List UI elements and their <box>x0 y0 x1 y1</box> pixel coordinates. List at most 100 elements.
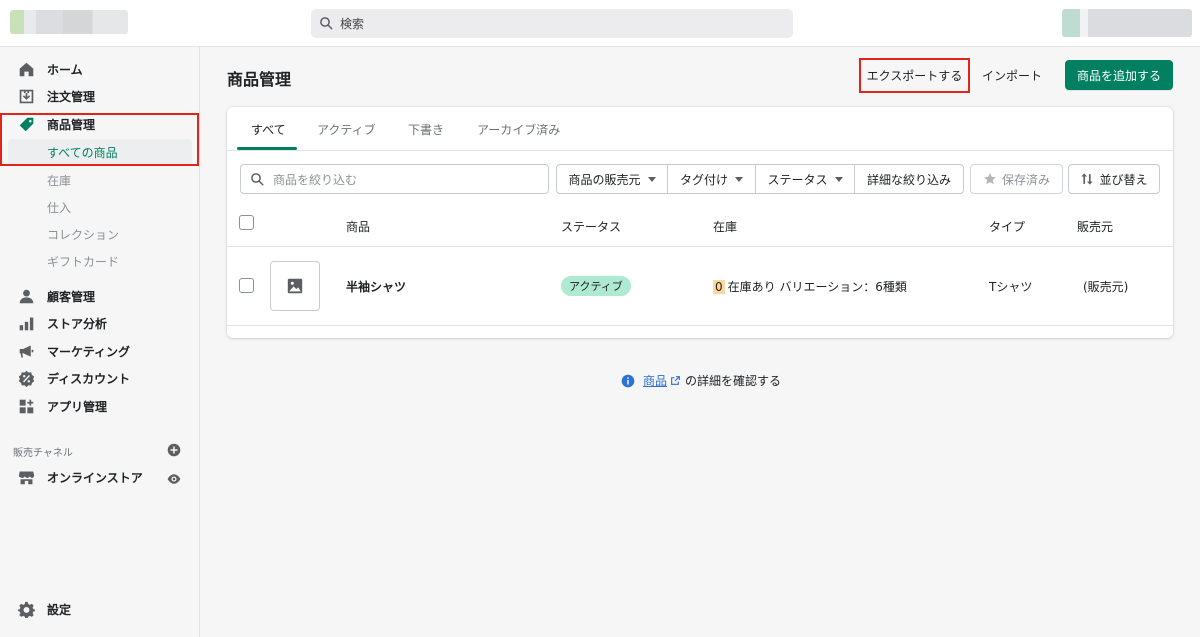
product-filter-input[interactable]: 商品を絞り込む <box>240 164 549 194</box>
sidebar-subitem-transfers[interactable]: 仕入 <box>8 194 192 220</box>
sidebar-subitem-inventory[interactable]: 在庫 <box>8 167 192 193</box>
star-icon <box>984 173 996 185</box>
tab-all[interactable]: すべて <box>251 107 286 151</box>
filter-placeholder: 商品を絞り込む <box>273 172 358 187</box>
tags-filter-button[interactable]: タグ付け <box>668 165 756 193</box>
sidebar-item-label: 商品管理 <box>47 118 96 132</box>
sidebar-subitem-label: 在庫 <box>47 173 72 188</box>
sidebar-item-apps[interactable]: アプリ管理 <box>0 393 200 420</box>
user-menu[interactable] <box>1062 9 1192 37</box>
sales-channels-label: 販売チャネル <box>13 448 73 459</box>
select-all-checkbox[interactable] <box>239 215 254 230</box>
column-header-type[interactable]: タイプ <box>989 218 1025 235</box>
more-filters-button[interactable]: 詳細な絞り込み <box>855 165 963 193</box>
import-button[interactable]: インポート <box>980 64 1044 86</box>
sort-icon <box>1081 173 1094 185</box>
search-bar[interactable]: 検索 <box>311 9 793 38</box>
sidebar-item-marketing[interactable]: マーケティング <box>0 338 200 365</box>
filter-button-group: 商品の販売元 タグ付け ステータス 詳細な絞り込み <box>556 164 964 194</box>
product-tabs: すべて アクティブ 下書き アーカイブ済み <box>227 107 1173 151</box>
tab-drafts[interactable]: 下書き <box>408 107 444 151</box>
search-icon <box>251 172 264 185</box>
products-card: すべて アクティブ 下書き アーカイブ済み 商品を絞り込む 商品の販売元 タグ付… <box>227 107 1173 338</box>
sidebar-item-products[interactable]: 商品管理 <box>0 111 200 138</box>
table-row[interactable]: 半袖シャツ アクティブ 0 在庫あり バリエーション：6種類 Tシャツ (販売元) <box>227 248 1173 326</box>
home-icon <box>17 61 35 79</box>
sidebar-subitem-label: 仕入 <box>47 200 72 215</box>
caret-down-icon <box>735 176 743 182</box>
sort-button[interactable]: 並び替え <box>1068 164 1160 194</box>
column-header-product[interactable]: 商品 <box>346 218 370 235</box>
product-name-link[interactable]: 半袖シャツ <box>346 278 406 295</box>
person-icon <box>17 288 35 306</box>
tab-active[interactable]: アクティブ <box>317 107 376 151</box>
page-title: 商品管理 <box>227 70 292 89</box>
vendor-cell: (販売元) <box>1083 280 1129 294</box>
column-header-vendor[interactable]: 販売元 <box>1077 218 1113 235</box>
sidebar-item-label: 設定 <box>47 603 72 617</box>
top-bar: 検索 <box>0 0 1200 47</box>
sidebar-item-label: オンラインストア <box>47 471 143 485</box>
row-checkbox[interactable] <box>239 278 254 293</box>
column-header-status[interactable]: ステータス <box>561 218 621 235</box>
megaphone-icon <box>17 343 35 361</box>
filter-label: 商品の販売元 <box>568 172 641 187</box>
sidebar-subitem-collections[interactable]: コレクション <box>8 221 192 247</box>
sidebar-item-label: ストア分析 <box>47 317 108 331</box>
inventory-cell: 0 在庫あり バリエーション：6種類 <box>713 278 907 295</box>
vendor-filter-button[interactable]: 商品の販売元 <box>557 165 668 193</box>
product-thumbnail[interactable] <box>270 261 320 311</box>
sort-label: 並び替え <box>1099 172 1148 187</box>
caret-down-icon <box>647 176 656 182</box>
external-link-icon <box>671 376 680 385</box>
sidebar-item-settings[interactable]: 設定 <box>0 596 200 623</box>
info-icon <box>621 374 635 387</box>
sidebar-item-customers[interactable]: 顧客管理 <box>0 283 200 310</box>
orders-icon <box>17 88 35 106</box>
sidebar-item-analytics[interactable]: ストア分析 <box>0 310 200 337</box>
sidebar-item-label: 顧客管理 <box>47 290 96 304</box>
saved-label: 保存済み <box>1001 172 1050 187</box>
store-icon <box>17 469 35 487</box>
add-product-button[interactable]: 商品を追加する <box>1065 60 1173 90</box>
sidebar-item-label: 注文管理 <box>47 90 96 104</box>
products-help-link[interactable]: 商品 <box>643 372 667 389</box>
sidebar-subitem-label: ギフトカード <box>47 254 120 269</box>
filter-label: タグ付け <box>679 172 728 187</box>
gear-icon <box>17 601 35 619</box>
apps-icon <box>17 398 35 416</box>
filter-label: 詳細な絞り込み <box>866 172 951 187</box>
caret-down-icon <box>834 176 843 182</box>
add-channel-icon[interactable] <box>167 443 181 457</box>
stock-count: 0 <box>713 280 725 294</box>
search-placeholder: 検索 <box>340 17 365 31</box>
table-header: 商品 ステータス 在庫 タイプ 販売元 <box>227 205 1173 247</box>
sidebar-subitem-label: コレクション <box>47 227 120 242</box>
filter-label: ステータス <box>767 172 828 187</box>
search-icon <box>320 17 333 30</box>
analytics-icon <box>17 315 35 333</box>
tab-archived[interactable]: アーカイブ済み <box>477 107 560 151</box>
status-badge: アクティブ <box>561 276 631 296</box>
sidebar-subitem-gift-cards[interactable]: ギフトカード <box>8 248 192 274</box>
sidebar-item-label: ディスカウント <box>47 372 131 386</box>
sidebar-item-label: アプリ管理 <box>47 400 108 414</box>
help-text: の詳細を確認する <box>685 374 782 388</box>
help-footer: 商品 の詳細を確認する <box>621 372 781 389</box>
column-header-inventory[interactable]: 在庫 <box>713 218 737 235</box>
active-tab-indicator <box>237 147 297 150</box>
sidebar-item-label: マーケティング <box>47 345 131 359</box>
tag-icon <box>17 116 35 134</box>
store-logo[interactable] <box>10 10 128 34</box>
sidebar-subitem-all-products[interactable]: すべての商品 <box>8 139 192 165</box>
eye-icon[interactable] <box>166 471 182 487</box>
sidebar-item-label: ホーム <box>47 63 83 77</box>
sidebar: ホーム 注文管理 商品管理 すべての商品 在庫 仕入 コレクション ギフトカード… <box>0 47 200 637</box>
sidebar-item-orders[interactable]: 注文管理 <box>0 83 200 110</box>
export-button[interactable]: エクスポートする <box>859 58 970 93</box>
stock-text: 在庫あり バリエーション：6種類 <box>727 280 907 294</box>
saved-button[interactable]: 保存済み <box>970 164 1063 194</box>
sidebar-item-discounts[interactable]: ディスカウント <box>0 365 200 392</box>
sidebar-item-home[interactable]: ホーム <box>0 56 200 83</box>
status-filter-button[interactable]: ステータス <box>756 165 855 193</box>
